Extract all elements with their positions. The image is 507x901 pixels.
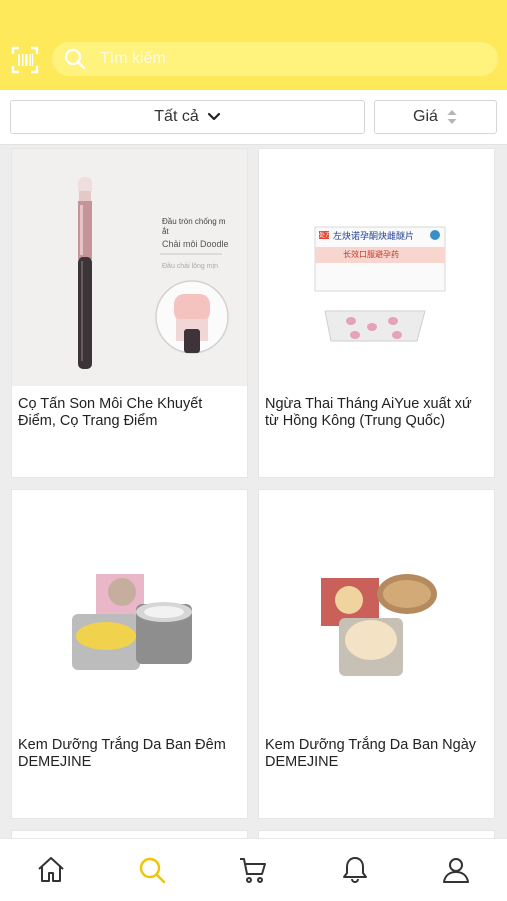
barcode-scan-icon[interactable] (11, 46, 39, 74)
search-input[interactable] (98, 49, 462, 69)
search-icon (64, 48, 86, 70)
image-caption-line1: Đầu tròn chống m (162, 217, 226, 226)
profile-icon (443, 858, 469, 883)
price-sort-button[interactable]: Giá (374, 100, 497, 134)
product-image: Đầu chải lông mịn Đầu tròn chống m ắt Ch… (12, 149, 247, 386)
product-card[interactable]: Kem Dưỡng Trắng Da Ban Ngày DEMEJINE (258, 489, 495, 819)
product-card[interactable]: Đầu chải lông mịn Đầu tròn chống m ắt Ch… (11, 148, 248, 478)
product-image (12, 490, 247, 727)
top-header (0, 0, 507, 90)
filter-bar: Tất cả Giá (0, 90, 507, 145)
bottom-navigation (0, 838, 507, 901)
box-tag-text: 处方 (319, 233, 332, 239)
product-name: Ngừa Thai Tháng AiYue xuất xứ từ Hồng Kô… (265, 396, 472, 429)
product-card[interactable]: Kem Dưỡng Trắng Da Ban Đêm DEMEJINE (11, 489, 248, 819)
category-filter-dropdown[interactable]: Tất cả (10, 100, 365, 134)
cart-icon (240, 858, 266, 883)
image-caption-line2: ắt (162, 227, 169, 236)
category-filter-label: Tất cả (154, 108, 199, 125)
box-title-text: 左炔诺孕酮炔雌醚片 (333, 231, 415, 241)
product-image: 处方 左炔诺孕酮炔雌醚片 长效口服避孕药 (259, 149, 494, 386)
box-band-text: 长效口服避孕药 (343, 250, 399, 259)
nav-home[interactable] (34, 853, 68, 887)
price-sort-label: Giá (413, 108, 438, 125)
product-name: Cọ Tấn Son Môi Che Khuyết Điểm, Cọ Trang… (18, 396, 203, 429)
product-name: Kem Dưỡng Trắng Da Ban Ngày DEMEJINE (265, 737, 477, 770)
bell-icon (343, 857, 367, 883)
nav-profile[interactable] (439, 853, 473, 887)
home-icon (38, 857, 64, 882)
product-image (259, 490, 494, 727)
svg-text:Đầu chải lông mịn: Đầu chải lông mịn (162, 261, 218, 270)
image-caption-line3: Chải môi Doodle (162, 239, 229, 249)
search-icon (139, 857, 166, 884)
search-bar[interactable] (52, 42, 498, 76)
nav-search[interactable] (135, 853, 169, 887)
sort-updown-icon (447, 110, 457, 124)
nav-cart[interactable] (236, 853, 270, 887)
product-name: Kem Dưỡng Trắng Da Ban Đêm DEMEJINE (18, 737, 226, 770)
chevron-down-icon (207, 112, 220, 121)
nav-notifications[interactable] (338, 853, 372, 887)
product-card[interactable]: 处方 左炔诺孕酮炔雌醚片 长效口服避孕药 Ngừa Thai Tháng AiY… (258, 148, 495, 478)
